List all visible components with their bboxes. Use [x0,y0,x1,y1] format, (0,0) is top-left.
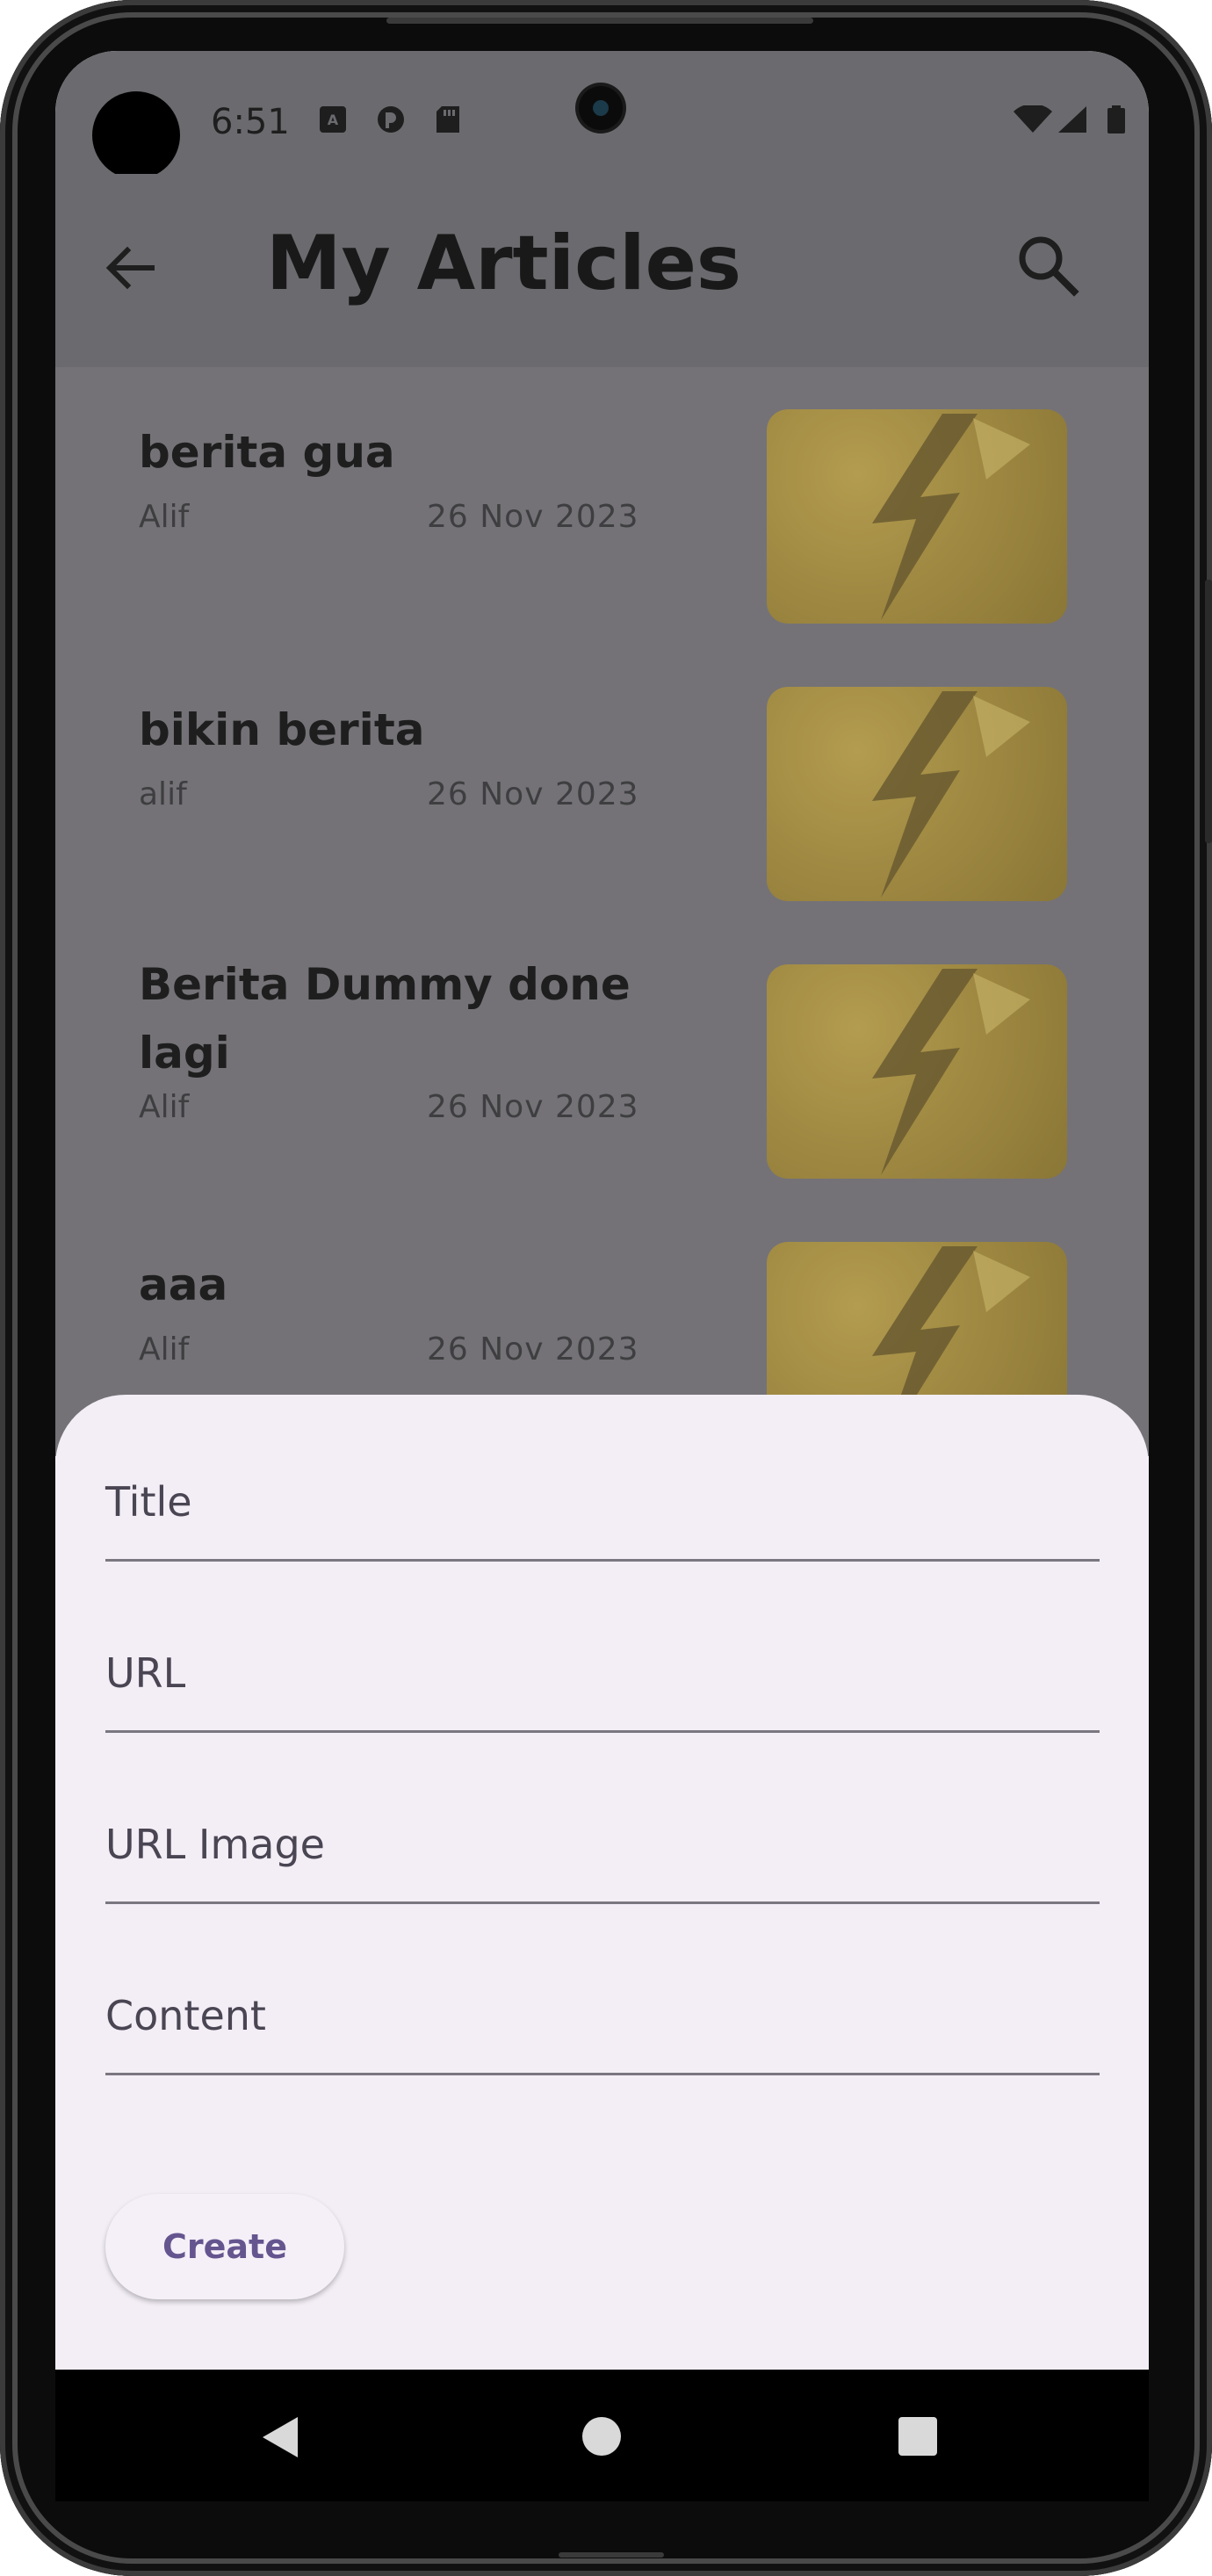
url-image-field-label: URL Image [105,1821,325,1868]
article-title: berita gua [139,427,395,478]
app-notification-icon [378,106,404,133]
nav-home-icon[interactable] [582,2417,621,2456]
article-list: berita gua Alif 26 Nov 2023 bikin berita… [55,367,1149,1456]
wifi-icon [1014,105,1052,133]
article-date: 26 Nov 2023 [427,1089,639,1125]
article-thumbnail [767,964,1067,1179]
lightning-bolt-icon [872,969,1030,1175]
phone-speaker [386,18,813,24]
article-author: Alif [139,1331,190,1367]
create-article-sheet: Title URL URL Image Content Create [55,1395,1149,2370]
battery-icon [1107,105,1125,133]
field-underline [105,1901,1100,1904]
article-thumbnail [767,687,1067,901]
status-time: 6:51 [211,102,290,142]
article-title: Berita Dummy done lagi [139,959,631,1079]
svg-text:A: A [328,112,339,128]
front-camera [579,86,623,130]
article-date: 26 Nov 2023 [427,1331,639,1367]
article-date: 26 Nov 2023 [427,499,639,535]
page-title: My Articles [266,220,742,307]
lightning-bolt-icon [872,414,1030,620]
field-underline [105,2073,1100,2075]
article-date: 26 Nov 2023 [427,776,639,812]
lightning-bolt-icon [872,691,1030,898]
nav-back-icon[interactable] [259,2415,303,2459]
content-field-label: Content [105,1992,266,2039]
back-arrow-icon[interactable] [99,237,161,299]
keyboard-icon: A [320,106,346,133]
nav-recents-icon[interactable] [898,2417,937,2456]
list-item[interactable]: bikin berita alif 26 Nov 2023 [55,645,1149,908]
phone-frame: 6:51 A My Articles berita gua Alif 26 No… [0,0,1212,2576]
article-author: Alif [139,499,190,535]
create-button[interactable]: Create [105,2194,344,2299]
article-author: Alif [139,1089,190,1125]
article-title: bikin berita [139,704,425,755]
article-title: aaa [139,1259,228,1310]
url-field[interactable]: URL [105,1610,1100,1733]
article-thumbnail [767,409,1067,624]
phone-side-button [1205,580,1212,843]
status-bar: 6:51 A [55,51,1149,179]
search-icon[interactable] [1013,230,1083,300]
url-field-label: URL [105,1649,186,1697]
screen: 6:51 A My Articles berita gua Alif 26 No… [55,51,1149,2370]
sd-card-icon [436,106,459,133]
article-author: alif [139,776,187,812]
system-nav-bar [55,2370,1149,2501]
url-image-field[interactable]: URL Image [105,1781,1100,1904]
app-bar: My Articles [55,174,1149,367]
list-item[interactable]: berita gua Alif 26 Nov 2023 [55,367,1149,631]
signal-icon [1058,106,1086,133]
list-item[interactable]: Berita Dummy done lagi Alif 26 Nov 2023 [55,922,1149,1186]
title-field[interactable]: Title [105,1439,1100,1562]
content-field[interactable]: Content [105,1952,1100,2075]
title-field-label: Title [105,1478,192,1526]
field-underline [105,1559,1100,1562]
avatar [92,91,180,179]
phone-bottom-edge [559,2552,664,2558]
field-underline [105,1730,1100,1733]
